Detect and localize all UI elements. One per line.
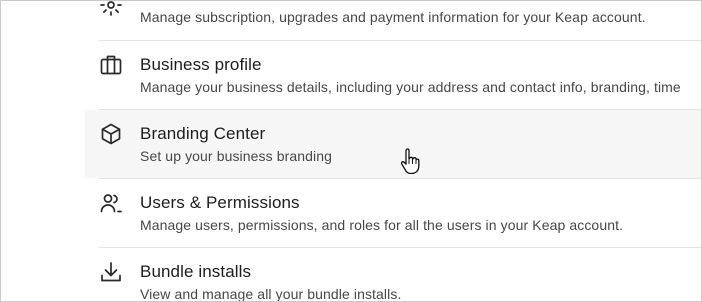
settings-item-branding-center[interactable]: Branding Center Set up your business bra… — [85, 110, 701, 178]
settings-item-description: Set up your business branding — [140, 148, 333, 164]
cube-icon — [99, 122, 123, 146]
settings-item-title: Users & Permissions — [140, 193, 300, 212]
settings-item-business-profile[interactable]: Business profile Manage your business de… — [1, 41, 701, 109]
settings-item-description: Manage users, permissions, and roles for… — [140, 217, 624, 233]
settings-item-description: View and manage all your bundle installs… — [140, 286, 402, 302]
settings-item-billing[interactable]: Manage subscription, upgrades and paymen… — [1, 1, 701, 39]
briefcase-icon — [99, 53, 123, 77]
settings-item-description: Manage your business details, including … — [140, 79, 681, 95]
settings-item-bundle-installs[interactable]: Bundle installs View and manage all your… — [1, 248, 701, 302]
settings-item-title: Branding Center — [140, 124, 266, 143]
users-icon — [99, 191, 123, 215]
settings-list: Manage subscription, upgrades and paymen… — [0, 0, 702, 302]
settings-item-title: Bundle installs — [140, 262, 252, 281]
download-icon — [99, 260, 123, 284]
settings-item-users-permissions[interactable]: Users & Permissions Manage users, permis… — [1, 179, 701, 247]
settings-item-description: Manage subscription, upgrades and paymen… — [140, 9, 646, 25]
gear-icon — [99, 1, 123, 17]
hand-cursor-icon — [399, 148, 421, 175]
settings-item-title: Business profile — [140, 55, 262, 74]
